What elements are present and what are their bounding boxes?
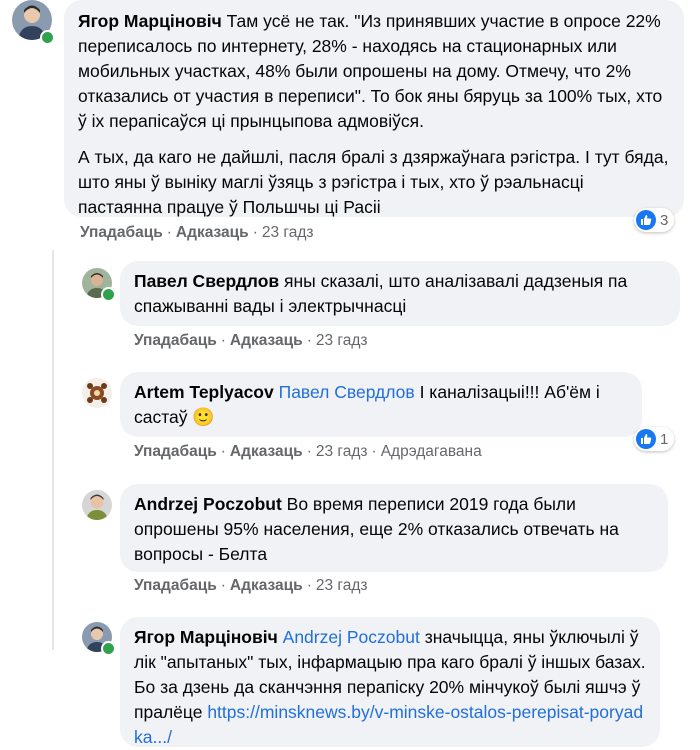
- reaction-count[interactable]: 3: [634, 208, 675, 232]
- edited-label[interactable]: Адрэдагавана: [381, 443, 482, 460]
- online-indicator: [40, 30, 55, 45]
- like-button[interactable]: Упадабаць: [80, 224, 163, 241]
- comment-actions: Упадабаць · Адказаць · 23 гадз: [80, 224, 314, 242]
- mention-link[interactable]: Павел Свердлов: [279, 382, 415, 402]
- separator-dot: ·: [220, 577, 226, 594]
- separator-dot: ·: [306, 443, 312, 460]
- avatar[interactable]: [82, 378, 112, 408]
- like-reaction-icon: [636, 210, 656, 230]
- online-indicator: [101, 641, 116, 656]
- like-button[interactable]: Упадабаць: [134, 443, 217, 460]
- comment-author[interactable]: Ягор Марціновіч: [134, 627, 278, 647]
- separator-dot: ·: [371, 443, 377, 460]
- comment-bubble[interactable]: Andrzej Poczobut Во время переписи 2019 …: [120, 484, 668, 572]
- separator-dot: ·: [306, 577, 312, 594]
- comment-bubble[interactable]: Павел Свердлов яны сказалі, што аналізав…: [120, 261, 680, 326]
- avatar[interactable]: [82, 490, 112, 520]
- reply-button[interactable]: Адказаць: [230, 443, 303, 460]
- smile-emoji-icon: 🙂: [192, 407, 215, 427]
- user-avatar-icon: [82, 378, 112, 408]
- like-button[interactable]: Упадабаць: [134, 332, 217, 349]
- reply-button[interactable]: Адказаць: [230, 332, 303, 349]
- separator-dot: ·: [252, 224, 258, 241]
- reply-button[interactable]: Адказаць: [176, 224, 249, 241]
- comment-actions: Упадабаць · Адказаць · 23 гадз · Адрэдагавана: [134, 443, 482, 461]
- comment-author[interactable]: Ягор Марціновіч: [78, 11, 222, 31]
- comment-author[interactable]: Павел Свердлов: [134, 271, 279, 291]
- separator-dot: ·: [220, 332, 226, 349]
- timestamp[interactable]: 23 гадз: [316, 332, 368, 349]
- comment-actions: Упадабаць · Адказаць · 23 гадз: [134, 332, 368, 350]
- timestamp[interactable]: 23 гадз: [262, 224, 314, 241]
- user-avatar-icon: [82, 490, 112, 520]
- comment-bubble[interactable]: Artem Teplyacov Павел Свердлов І каналіз…: [120, 372, 642, 437]
- reaction-number: 3: [660, 211, 669, 229]
- like-button[interactable]: Упадабаць: [134, 577, 217, 594]
- reply-button[interactable]: Адказаць: [230, 577, 303, 594]
- like-reaction-icon: [636, 429, 656, 449]
- separator-dot: ·: [220, 443, 226, 460]
- comment-actions: Упадабаць · Адказаць · 23 гадз: [134, 577, 368, 595]
- separator-dot: ·: [306, 332, 312, 349]
- url-link[interactable]: https://minsknews.by/v-minske-ostalos-pe…: [134, 702, 643, 747]
- comment-author[interactable]: Andrzej Poczobut: [134, 494, 282, 514]
- reaction-number: 1: [660, 430, 669, 448]
- reaction-count[interactable]: 1: [634, 427, 675, 451]
- comment-bubble[interactable]: Ягор Марціновіч Andrzej Poczobut значыцц…: [120, 617, 660, 747]
- comment-bubble[interactable]: Ягор Марціновіч Там усё не так. "Из прин…: [64, 0, 684, 217]
- comment-author[interactable]: Artem Teplyacov: [134, 382, 274, 402]
- comment-text-paragraph: А тых, да каго не дайшлі, пасля бралі з …: [78, 147, 669, 217]
- timestamp[interactable]: 23 гадз: [316, 577, 368, 594]
- thread-line: [52, 250, 54, 650]
- timestamp[interactable]: 23 гадз: [316, 443, 368, 460]
- mention-link[interactable]: Andrzej Poczobut: [283, 627, 420, 647]
- separator-dot: ·: [166, 224, 172, 241]
- online-indicator: [101, 287, 116, 302]
